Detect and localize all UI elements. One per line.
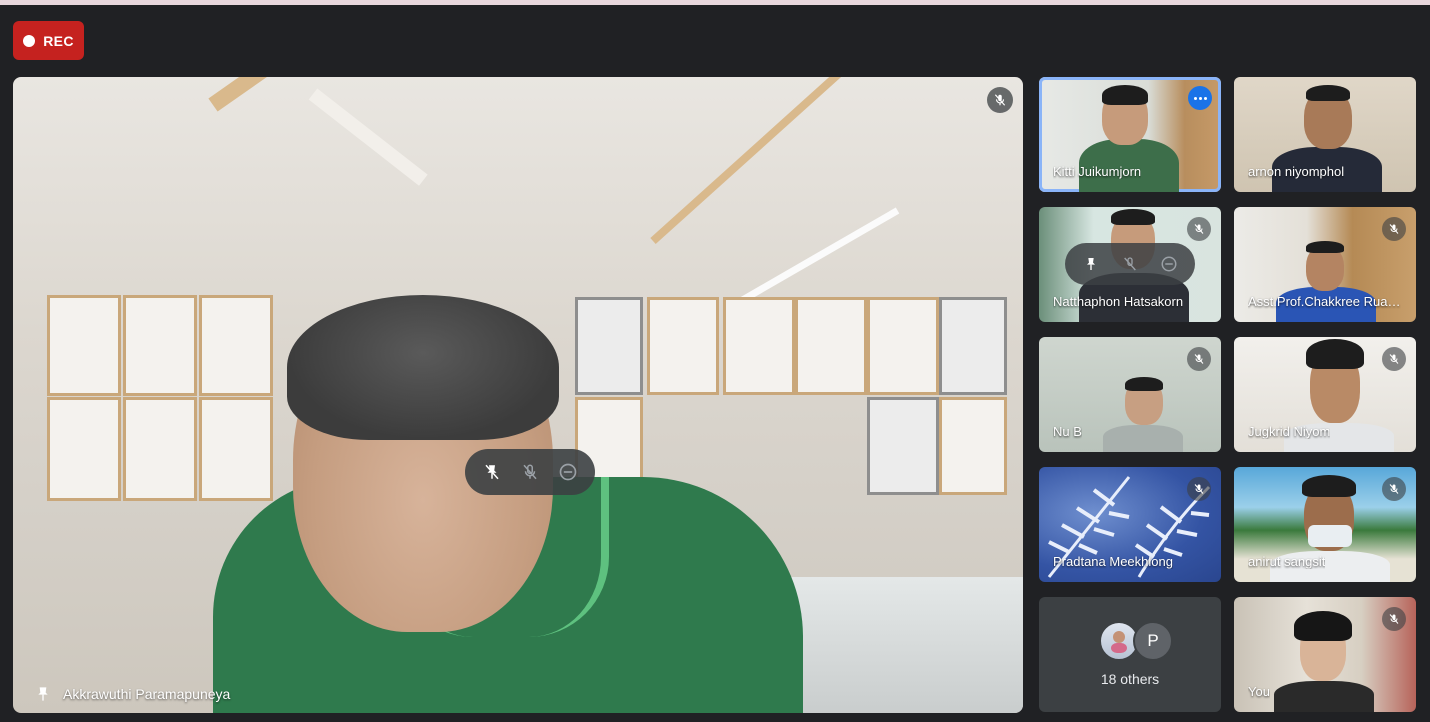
others-tile[interactable]: P 18 others <box>1039 597 1221 712</box>
mic-off-icon <box>1382 347 1406 371</box>
participant-hair <box>1294 611 1352 641</box>
recording-label: REC <box>43 32 74 49</box>
wall-art <box>939 297 1007 395</box>
mic-off-icon <box>1382 217 1406 241</box>
ceiling-decor <box>208 77 316 112</box>
participant-body <box>1103 425 1183 452</box>
wall-art <box>939 397 1007 495</box>
participant-hair <box>1306 339 1364 369</box>
participant-name: Jugkrid Niyom <box>1248 424 1331 439</box>
pin-icon[interactable] <box>1076 249 1106 279</box>
mic-off-icon <box>1187 217 1211 241</box>
face-mask <box>1308 525 1352 547</box>
record-dot-icon <box>23 34 36 47</box>
participant-hair <box>1302 475 1356 497</box>
remove-icon[interactable] <box>553 457 583 487</box>
speaker-name: Akkrawuthi Paramapuneya <box>63 686 231 702</box>
participant-tile[interactable]: You <box>1234 597 1416 712</box>
wall-art <box>795 297 867 395</box>
wood-truss <box>650 77 872 244</box>
participant-name: Pradtana Meekhlong <box>1053 554 1173 569</box>
wall-art <box>723 297 795 395</box>
others-count: 18 others <box>1100 671 1160 687</box>
mic-off-icon <box>1187 477 1211 501</box>
ceiling-decor <box>308 88 428 186</box>
recording-badge[interactable]: REC <box>13 21 84 60</box>
pin-icon[interactable] <box>477 457 507 487</box>
mic-off-icon <box>1382 607 1406 631</box>
pin-icon <box>38 687 48 701</box>
wall-art <box>867 397 939 495</box>
participant-name: Kitti Juikumjorn <box>1053 164 1142 179</box>
wall-art <box>47 295 121 396</box>
mic-off-icon[interactable] <box>1115 249 1145 279</box>
speaker-name-label: Akkrawuthi Paramapuneya <box>35 685 230 703</box>
participant-name: arnon niyomphol <box>1248 164 1345 179</box>
more-options-icon[interactable] <box>1188 86 1212 110</box>
wall-art <box>199 295 273 396</box>
participant-hair <box>1111 209 1155 225</box>
tile-hover-controls <box>465 449 595 495</box>
participant-tile[interactable]: Pradtana Meekhlong <box>1039 467 1221 582</box>
speaker-hair <box>287 295 559 440</box>
wall-art <box>647 297 719 395</box>
wall-art <box>123 397 197 501</box>
mic-off-icon <box>987 87 1013 113</box>
participant-tile[interactable]: Jugkrid Niyom <box>1234 337 1416 452</box>
others-avatars: P <box>1099 621 1173 661</box>
mic-off-icon <box>1187 347 1211 371</box>
participant-tile[interactable]: Natthaphon Hatsakorn <box>1039 207 1221 322</box>
avatar-letter: P <box>1147 631 1159 650</box>
window-top-strip <box>0 0 1430 5</box>
participant-hair <box>1306 241 1344 253</box>
avatar: P <box>1133 621 1173 661</box>
mic-off-icon <box>1382 477 1406 501</box>
participant-tile[interactable]: Nu B <box>1039 337 1221 452</box>
main-speaker-video[interactable]: Akkrawuthi Paramapuneya <box>13 77 1023 713</box>
participant-hair <box>1306 85 1350 101</box>
participant-hair <box>1125 377 1163 391</box>
participant-hair <box>1102 85 1148 105</box>
remove-icon[interactable] <box>1154 249 1184 279</box>
wall-art <box>199 397 273 501</box>
participant-name: You <box>1248 684 1270 699</box>
participant-name: anirut sangsit <box>1248 554 1326 569</box>
participant-name: Asst.Prof.Chakkree Ruamchao <box>1248 294 1404 309</box>
participant-tile[interactable]: Kitti Juikumjorn <box>1039 77 1221 192</box>
pendant-light <box>731 207 900 309</box>
mic-off-icon[interactable] <box>515 457 545 487</box>
wall-art <box>867 297 939 395</box>
wall-art <box>575 297 643 395</box>
participant-tile[interactable]: anirut sangsit <box>1234 467 1416 582</box>
participant-name: Natthaphon Hatsakorn <box>1053 294 1184 309</box>
wall-art <box>47 397 121 501</box>
wall-art <box>123 295 197 396</box>
participant-body <box>1274 681 1374 712</box>
participant-tile[interactable]: arnon niyomphol <box>1234 77 1416 192</box>
participant-tile[interactable]: Asst.Prof.Chakkree Ruamchao <box>1234 207 1416 322</box>
participant-name: Nu B <box>1053 424 1082 439</box>
tile-hover-controls <box>1065 243 1195 285</box>
